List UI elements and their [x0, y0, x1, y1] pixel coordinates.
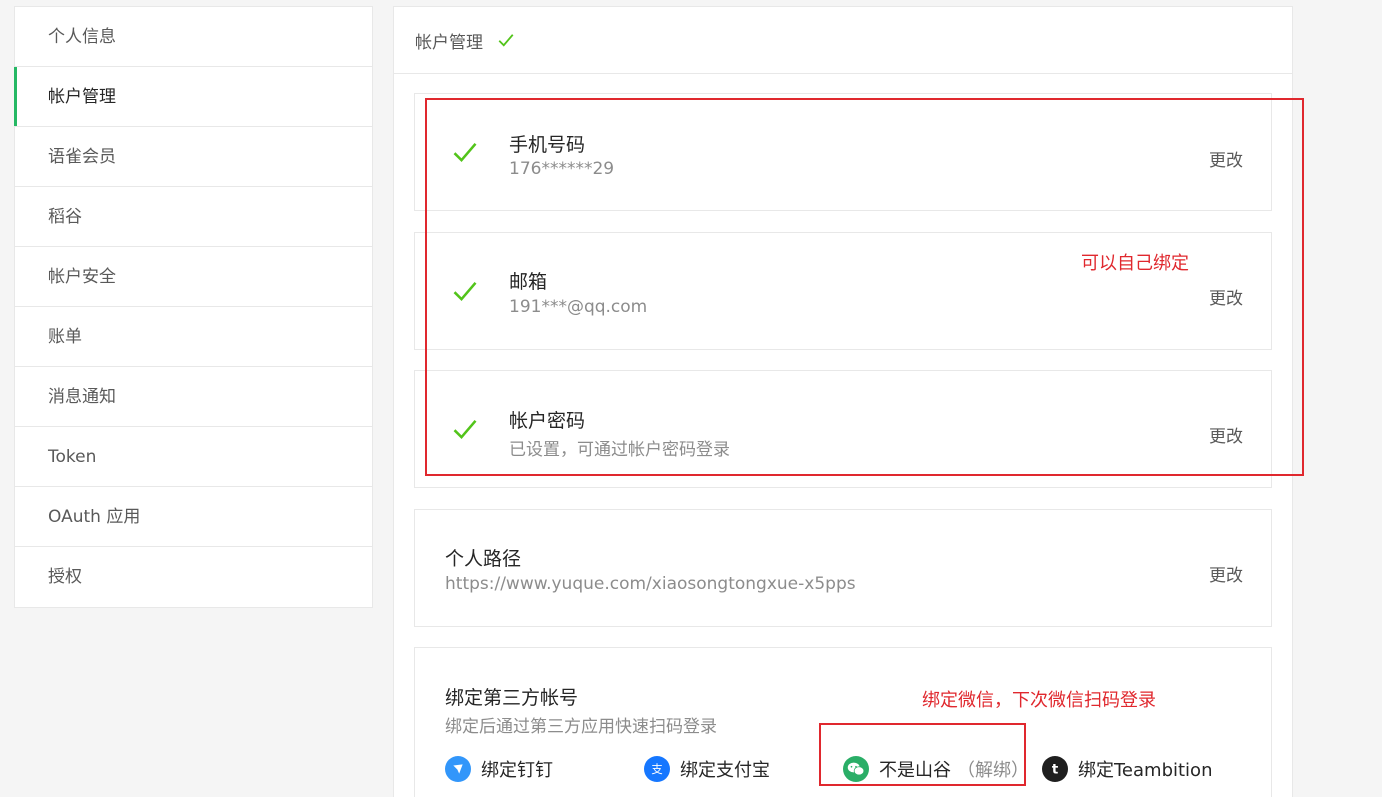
bind-alipay-button[interactable]: 支 绑定支付宝 — [644, 756, 770, 782]
dingtalk-icon — [445, 756, 471, 782]
alipay-icon: 支 — [644, 756, 670, 782]
bind-teambition-label: 绑定Teambition — [1078, 760, 1213, 781]
panel-header: 帐户管理 — [394, 7, 1292, 74]
third-party-subtitle: 绑定后通过第三方应用快速扫码登录 — [445, 717, 717, 737]
path-title: 个人路径 — [445, 548, 522, 570]
path-value: https://www.yuque.com/xiaosongtongxue-x5… — [445, 574, 856, 594]
bind-dingtalk-button[interactable]: 绑定钉钉 — [445, 756, 553, 782]
check-icon — [498, 34, 514, 47]
svg-text:支: 支 — [651, 762, 662, 776]
sidebar-item-profile[interactable]: 个人信息 — [15, 7, 372, 67]
sidebar-item-authorization[interactable]: 授权 — [15, 547, 372, 607]
annotation-box-wechat — [819, 723, 1026, 786]
bind-dingtalk-label: 绑定钉钉 — [481, 760, 553, 781]
sidebar-item-notifications[interactable]: 消息通知 — [15, 367, 372, 427]
sidebar-item-account[interactable]: 帐户管理 — [14, 67, 372, 127]
teambition-icon: t — [1042, 756, 1068, 782]
annotation-box-contact — [425, 98, 1304, 476]
sidebar-item-billing[interactable]: 账单 — [15, 307, 372, 367]
sidebar-item-oauth[interactable]: OAuth 应用 — [15, 487, 372, 547]
svg-text:t: t — [1052, 763, 1059, 777]
bind-teambition-button[interactable]: t 绑定Teambition — [1042, 756, 1212, 782]
bind-alipay-label: 绑定支付宝 — [680, 760, 770, 781]
change-path-button[interactable]: 更改 — [1209, 561, 1243, 586]
annotation-note-wechat: 绑定微信，下次微信扫码登录 — [922, 690, 1156, 711]
sidebar-item-security[interactable]: 帐户安全 — [15, 247, 372, 307]
page-title: 帐户管理 — [415, 32, 483, 53]
path-card: 个人路径 https://www.yuque.com/xiaosongtongx… — [414, 509, 1272, 627]
sidebar-item-rice[interactable]: 稻谷 — [15, 187, 372, 247]
sidebar-item-membership[interactable]: 语雀会员 — [15, 127, 372, 187]
sidebar-item-token[interactable]: Token — [15, 427, 372, 487]
annotation-note-self-bind: 可以自己绑定 — [1081, 253, 1189, 274]
third-party-title: 绑定第三方帐号 — [445, 687, 579, 709]
settings-sidebar: 个人信息 帐户管理 语雀会员 稻谷 帐户安全 账单 消息通知 Token OAu… — [14, 6, 373, 608]
